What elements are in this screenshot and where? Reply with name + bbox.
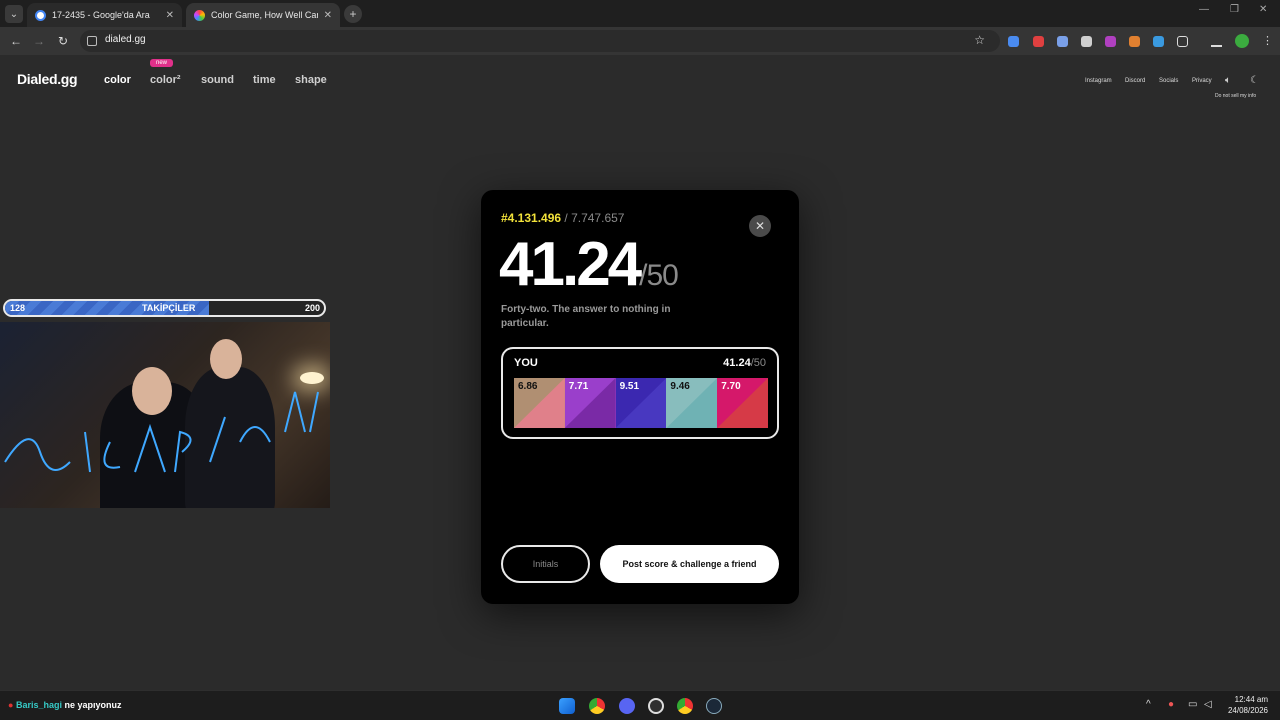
- microphone-icon[interactable]: ●: [1168, 699, 1174, 710]
- extension-icon[interactable]: [1105, 36, 1116, 47]
- clock[interactable]: 12:44 am 24/08/2026: [1228, 694, 1268, 716]
- tab-title: 17-2435 - Google'da Ara: [52, 10, 150, 20]
- round-score: 6.86: [518, 381, 538, 392]
- dialed-favicon-icon: [194, 9, 205, 21]
- rank-line: #4.131.496 / 7.747.657: [501, 211, 624, 225]
- extension-icon[interactable]: [1153, 36, 1164, 47]
- round-score: 7.71: [568, 381, 589, 392]
- extension-icon[interactable]: [1057, 36, 1068, 47]
- link-privacy[interactable]: Privacy: [1192, 78, 1212, 84]
- extensions-puzzle-icon[interactable]: [1177, 36, 1188, 47]
- round-swatches: 6.86 7.71 9.51 9.46 7.70: [514, 378, 768, 428]
- initials-button[interactable]: Initials: [501, 545, 590, 583]
- result-comment: Forty-two. The answer to nothing in part…: [501, 304, 671, 329]
- extension-icon[interactable]: [1081, 36, 1092, 47]
- browser-tab-strip: ⌄ 17-2435 - Google'da Ara ✕ Color Game, …: [0, 0, 1280, 27]
- follower-goal: 200: [304, 303, 320, 313]
- chrome-profile-icon[interactable]: [677, 698, 693, 714]
- back-icon[interactable]: ←: [9, 34, 23, 48]
- google-icon: [35, 9, 46, 21]
- round-swatch: 6.86: [514, 378, 565, 428]
- extension-icon[interactable]: [1008, 36, 1019, 47]
- nav-time[interactable]: time: [253, 74, 276, 86]
- chat-overlay: ● Baris_hagi ne yapıyonuz: [8, 700, 122, 710]
- bookmark-star-icon[interactable]: ☆: [974, 33, 985, 47]
- round-swatch: 7.70: [717, 378, 768, 428]
- network-icon[interactable]: ▭: [1188, 699, 1197, 710]
- card-score-value: 41.24: [723, 357, 751, 369]
- address-bar[interactable]: dialed.gg ☆: [80, 30, 1000, 52]
- tab-title: Color Game, How Well Can You: [211, 10, 318, 20]
- dark-mode-icon[interactable]: ☾: [1250, 75, 1259, 86]
- nav-color[interactable]: color: [104, 74, 131, 86]
- total-players: / 7.747.657: [564, 211, 625, 225]
- browser-toolbar: ← → ↻ dialed.gg ☆ ⋮: [0, 27, 1280, 55]
- score-card: YOU 41.24/50 6.86 7.71 9.51 9.46 7.70: [501, 347, 779, 439]
- clock-time: 12:44 am: [1234, 695, 1268, 704]
- card-player-label: YOU: [514, 357, 538, 369]
- close-window-icon[interactable]: ✕: [1259, 4, 1267, 15]
- taskbar: ● Baris_hagi ne yapıyonuz ^ ● ▭ ◁ 12:44 …: [0, 690, 1280, 720]
- nav-sound[interactable]: sound: [201, 74, 234, 86]
- profile-avatar[interactable]: [1235, 34, 1249, 48]
- score-max: /50: [639, 259, 679, 292]
- menu-icon[interactable]: ⋮: [1262, 34, 1273, 47]
- round-swatch: 9.51: [615, 378, 667, 428]
- reload-icon[interactable]: ↻: [56, 34, 70, 48]
- post-score-button[interactable]: Post score & challenge a friend: [600, 545, 779, 583]
- round-swatch: 7.71: [564, 378, 616, 428]
- tab-dialed[interactable]: Color Game, How Well Can You ✕: [186, 3, 340, 27]
- card-score: 41.24/50: [723, 357, 766, 369]
- round-score: 9.46: [670, 381, 690, 392]
- chat-message: ne yapıyonuz: [64, 700, 122, 710]
- round-score: 9.51: [619, 381, 640, 392]
- extension-icon[interactable]: [1129, 36, 1140, 47]
- windows-start-icon[interactable]: [559, 698, 575, 714]
- score-value: 41.24: [499, 230, 642, 299]
- new-badge: new: [150, 59, 174, 67]
- steam-icon[interactable]: [706, 698, 722, 714]
- close-tab-icon[interactable]: ✕: [324, 10, 332, 21]
- forward-icon[interactable]: →: [32, 34, 46, 48]
- link-instagram[interactable]: Instagram: [1085, 78, 1112, 84]
- round-score: 7.70: [721, 381, 741, 392]
- restore-icon[interactable]: ❐: [1230, 4, 1239, 15]
- extension-icon[interactable]: [1033, 36, 1044, 47]
- webcam-overlay-image: [0, 322, 330, 508]
- site-logo[interactable]: Dialed.gg: [17, 71, 78, 87]
- tray-overflow-icon[interactable]: ^: [1146, 699, 1151, 710]
- card-score-max: /50: [750, 357, 766, 369]
- discord-icon[interactable]: [619, 698, 635, 714]
- follower-current: 128: [10, 303, 26, 313]
- follower-label: TAKİPÇİLER: [142, 303, 196, 313]
- result-modal: #4.131.496 / 7.747.657 ✕ 41.24/50 Forty-…: [481, 190, 799, 604]
- user-badge-icon: ●: [8, 700, 14, 710]
- round-swatch: 9.46: [666, 378, 718, 428]
- sound-toggle-icon[interactable]: 🔈︎: [1225, 75, 1231, 86]
- volume-icon[interactable]: ◁: [1204, 699, 1212, 710]
- new-tab-icon[interactable]: +: [344, 5, 362, 23]
- chrome-icon[interactable]: [589, 698, 605, 714]
- minimize-icon[interactable]: —: [1199, 4, 1209, 15]
- follower-goal-bar: 128 TAKİPÇİLER 200: [3, 299, 326, 317]
- reading-list-icon[interactable]: [1211, 36, 1222, 47]
- chat-username: Baris_hagi: [15, 700, 62, 710]
- obs-icon[interactable]: [648, 698, 664, 714]
- tab-search-button[interactable]: ⌄: [5, 5, 23, 23]
- url-text: dialed.gg: [105, 34, 146, 45]
- rank-value: #4.131.496: [501, 211, 562, 225]
- nav-color2[interactable]: color²: [150, 74, 181, 86]
- total-score: 41.24/50: [499, 230, 679, 311]
- clock-date: 24/08/2026: [1227, 706, 1268, 715]
- link-do-not-sell[interactable]: Do not sell my info: [1215, 93, 1256, 99]
- page: Dialed.gg color new color² sound time sh…: [0, 55, 1280, 690]
- link-discord[interactable]: Discord: [1125, 78, 1145, 84]
- close-tab-icon[interactable]: ✕: [166, 10, 174, 21]
- close-icon[interactable]: ✕: [749, 215, 771, 237]
- link-socials[interactable]: Socials: [1159, 78, 1178, 84]
- tab-google-search[interactable]: 17-2435 - Google'da Ara ✕: [27, 3, 182, 27]
- site-info-icon[interactable]: [87, 36, 97, 46]
- nav-shape[interactable]: shape: [295, 74, 327, 86]
